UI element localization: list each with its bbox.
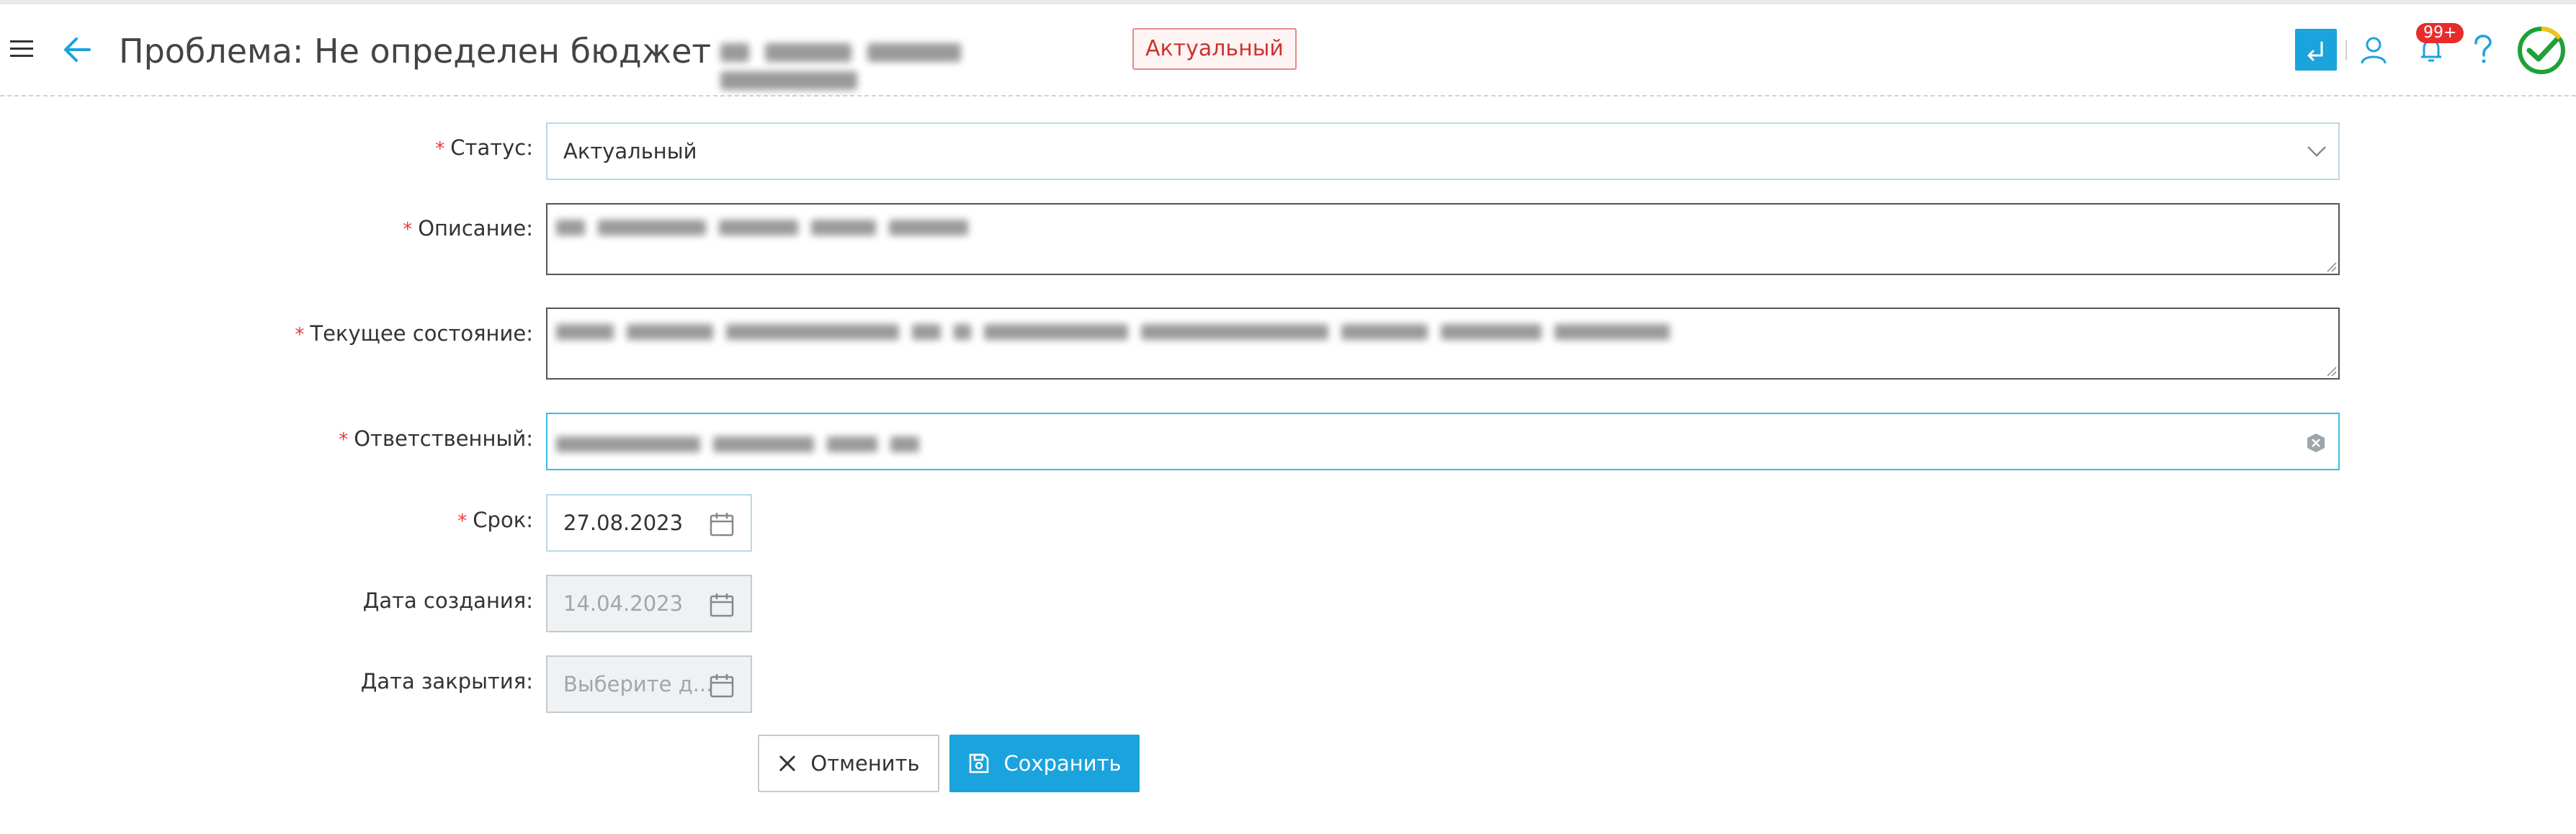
status-select[interactable]: Актуальный xyxy=(546,122,2340,180)
notification-count-badge: 99+ xyxy=(2416,23,2464,43)
calendar-icon[interactable] xyxy=(709,511,735,537)
sber-logo xyxy=(2515,24,2567,76)
cancel-button-label: Отменить xyxy=(810,751,920,776)
redacted-current-state xyxy=(556,320,1683,340)
deadline-value: 27.08.2023 xyxy=(563,511,684,535)
created-date-datepicker: 14.04.2023 xyxy=(546,575,752,632)
status-badge: Актуальный xyxy=(1132,28,1297,70)
status-value: Актуальный xyxy=(563,139,697,163)
page-header: Проблема: Не определен бюджет Актуальный… xyxy=(0,4,2576,97)
closed-date-placeholder: Выберите д... xyxy=(563,672,713,696)
help-icon[interactable] xyxy=(2462,29,2504,71)
status-label: * Статус: xyxy=(435,135,533,160)
deadline-datepicker[interactable]: 27.08.2023 xyxy=(546,494,752,552)
responsible-input[interactable] xyxy=(546,413,2340,470)
save-button[interactable]: Сохранить xyxy=(949,735,1140,792)
close-icon xyxy=(779,755,796,772)
deadline-label: * Срок: xyxy=(457,508,533,532)
resize-handle-icon[interactable] xyxy=(2325,261,2337,272)
header-separator xyxy=(2345,40,2347,60)
back-arrow-icon[interactable] xyxy=(61,33,94,66)
redacted-description xyxy=(556,216,981,236)
save-button-label: Сохранить xyxy=(1003,751,1122,776)
created-date-label: Дата создания: xyxy=(362,588,533,613)
calendar-icon xyxy=(710,593,734,617)
cancel-button[interactable]: Отменить xyxy=(758,735,939,792)
responsible-label: * Ответственный: xyxy=(339,426,533,451)
user-icon[interactable] xyxy=(2353,29,2394,71)
closed-date-datepicker: Выберите д... xyxy=(546,655,752,713)
resize-handle-icon[interactable] xyxy=(2325,365,2337,377)
chevron-down-icon xyxy=(2307,146,2326,157)
clear-icon[interactable] xyxy=(2305,432,2327,454)
hamburger-menu-icon[interactable] xyxy=(9,36,35,62)
created-date-value: 14.04.2023 xyxy=(563,591,684,616)
closed-date-label: Дата закрытия: xyxy=(360,669,533,694)
save-icon xyxy=(970,753,989,774)
description-textarea[interactable] xyxy=(546,203,2340,275)
return-icon[interactable] xyxy=(2295,29,2337,71)
current-state-label: * Текущее состояние: xyxy=(295,321,533,346)
description-label: * Описание: xyxy=(403,216,533,241)
calendar-icon xyxy=(710,674,734,698)
current-state-textarea[interactable] xyxy=(546,308,2340,380)
redacted-responsible xyxy=(556,433,932,452)
page-title: Проблема: Не определен бюджет xyxy=(119,32,712,71)
redacted-title-part xyxy=(720,37,1124,90)
